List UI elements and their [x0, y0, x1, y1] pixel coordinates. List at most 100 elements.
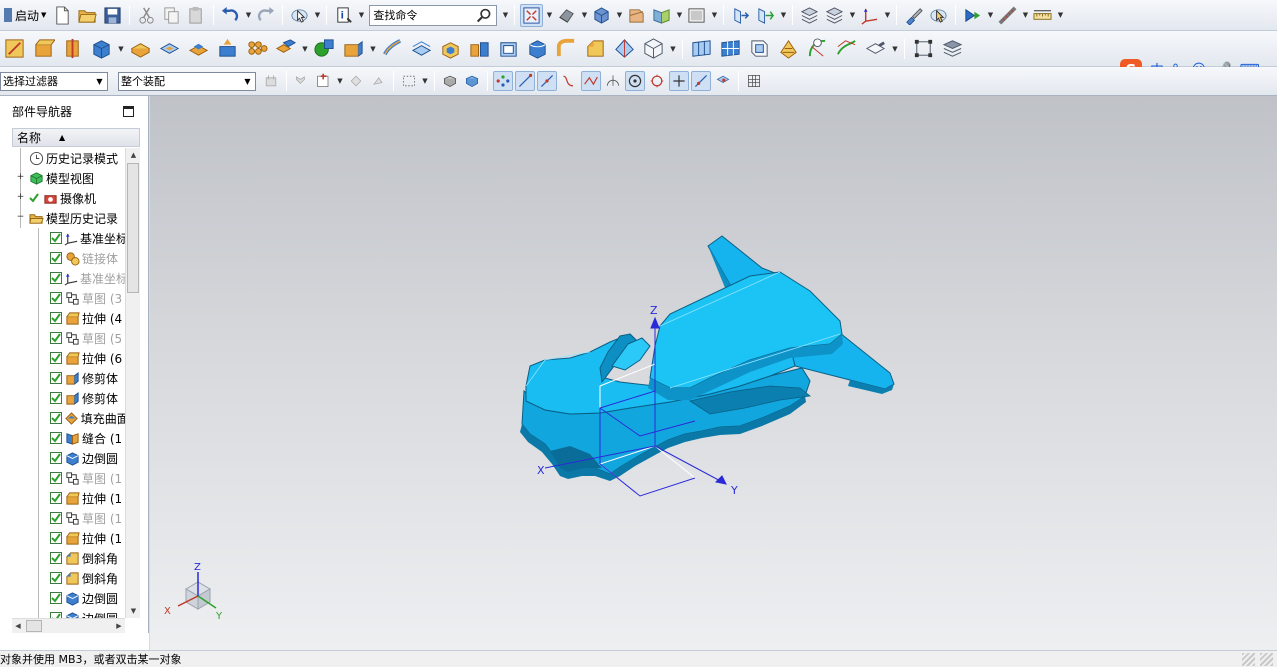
- visibility-checkbox[interactable]: [50, 232, 62, 244]
- resize-grip-icon[interactable]: [1242, 653, 1255, 666]
- through-mesh-button[interactable]: [717, 35, 744, 62]
- orient-view-button[interactable]: [590, 4, 613, 27]
- visibility-checkbox[interactable]: [50, 452, 62, 464]
- tree-node[interactable]: 边倒圆: [12, 588, 125, 608]
- tree-node[interactable]: 修剪体: [12, 368, 125, 388]
- search-icon[interactable]: [476, 7, 493, 24]
- unite-button[interactable]: [272, 35, 299, 62]
- copy-to-layer-button[interactable]: [754, 4, 777, 27]
- n-sided-button[interactable]: [804, 35, 831, 62]
- tree-node[interactable]: + 摄像机: [12, 188, 125, 208]
- visibility-checkbox[interactable]: [50, 592, 62, 604]
- select-all-dropdown[interactable]: ▼: [335, 71, 345, 91]
- wcs-orient-button[interactable]: [823, 4, 846, 27]
- copy-button[interactable]: [160, 4, 183, 27]
- through-curves-button[interactable]: [688, 35, 715, 62]
- filter-reset-button[interactable]: [292, 71, 312, 91]
- layer-move-dropdown[interactable]: ▼: [778, 5, 788, 25]
- background-button[interactable]: [650, 4, 673, 27]
- tree-node[interactable]: 拉伸 (4: [12, 308, 125, 328]
- boss-button[interactable]: [185, 35, 212, 62]
- tree-node[interactable]: 基准坐标系: [12, 228, 125, 248]
- visibility-checkbox[interactable]: [50, 292, 62, 304]
- information-button[interactable]: i: [332, 4, 355, 27]
- visibility-checkbox[interactable]: [50, 572, 62, 584]
- model-canvas[interactable]: Z X Y Z X Y: [150, 96, 1277, 650]
- replace-face-button[interactable]: [466, 35, 493, 62]
- selection-dropdown[interactable]: ▼: [312, 5, 322, 25]
- snap-quadrant-point-toggle[interactable]: [647, 71, 667, 91]
- snap-existing-point-toggle[interactable]: [669, 71, 689, 91]
- edge-blend-button[interactable]: [524, 35, 551, 62]
- emboss-button[interactable]: [214, 35, 241, 62]
- visibility-checkbox[interactable]: [50, 432, 62, 444]
- bridge-button[interactable]: [833, 35, 860, 62]
- selection-scope-select[interactable]: 整个装配 ▼: [118, 71, 256, 91]
- select-all-button[interactable]: [314, 71, 334, 91]
- expand-icon[interactable]: +: [16, 193, 25, 202]
- visibility-checkbox[interactable]: [50, 332, 62, 344]
- collapse-icon[interactable]: −: [16, 213, 25, 222]
- new-file-button[interactable]: [51, 4, 74, 27]
- launch-menu-button[interactable]: 启动 ▼: [0, 3, 50, 27]
- assembly-filter-button[interactable]: [261, 71, 281, 91]
- rendering-style-dropdown[interactable]: ▼: [579, 5, 589, 25]
- tree-node[interactable]: 草图 (1: [12, 508, 125, 528]
- rectangle-select-dropdown[interactable]: ▼: [420, 71, 430, 91]
- layer-settings-button[interactable]: [685, 4, 708, 27]
- tree-node[interactable]: 历史记录模式: [12, 148, 125, 168]
- measure-distance-dropdown[interactable]: ▼: [1055, 5, 1065, 25]
- snap-grid-toggle[interactable]: [744, 71, 764, 91]
- point-set-button[interactable]: [910, 35, 937, 62]
- scroll-down-icon[interactable]: ▼: [126, 604, 141, 618]
- select-feature-button[interactable]: [368, 71, 388, 91]
- pad-button[interactable]: [127, 35, 154, 62]
- tree-node[interactable]: − 模型历史记录: [12, 208, 125, 228]
- graphics-window[interactable]: Z X Y Z X Y: [150, 96, 1277, 650]
- tree-node[interactable]: 倒斜角: [12, 548, 125, 568]
- visibility-checkbox[interactable]: [28, 192, 40, 204]
- wcs-dropdown[interactable]: ▼: [847, 5, 857, 25]
- tree-node[interactable]: 填充曲面: [12, 408, 125, 428]
- show-hide-button[interactable]: [927, 4, 950, 27]
- extrude-button[interactable]: [30, 35, 57, 62]
- selection-tool-button[interactable]: [288, 4, 311, 27]
- visibility-checkbox[interactable]: [50, 552, 62, 564]
- tree-node[interactable]: 草图 (5: [12, 328, 125, 348]
- deselect-button[interactable]: [346, 71, 366, 91]
- command-finder-field[interactable]: 查找命令: [369, 4, 498, 26]
- pattern-dropdown[interactable]: ▼: [668, 39, 678, 59]
- tree-node[interactable]: 边倒圆: [12, 448, 125, 468]
- scroll-right-icon[interactable]: ▶: [113, 619, 125, 633]
- move-to-layer-button[interactable]: [729, 4, 752, 27]
- revolve-button[interactable]: [59, 35, 86, 62]
- tree-node[interactable]: 链接体: [12, 248, 125, 268]
- visibility-checkbox[interactable]: [50, 512, 62, 524]
- block-dropdown[interactable]: ▼: [116, 39, 126, 59]
- tree-node[interactable]: 拉伸 (6: [12, 348, 125, 368]
- snap-point-on-curve-toggle[interactable]: [691, 71, 711, 91]
- visibility-checkbox[interactable]: [50, 312, 62, 324]
- tree-node[interactable]: 边倒圆: [12, 608, 125, 618]
- tree-node[interactable]: + 模型视图: [12, 168, 125, 188]
- measure-distance-button[interactable]: [1031, 4, 1054, 27]
- view-triad[interactable]: [177, 572, 217, 610]
- trim-body-button[interactable]: [340, 35, 367, 62]
- chamfer-button[interactable]: [582, 35, 609, 62]
- face-blend-button[interactable]: [553, 35, 580, 62]
- visibility-checkbox[interactable]: [50, 392, 62, 404]
- maximize-icon[interactable]: [123, 106, 134, 117]
- undo-dropdown[interactable]: ▼: [243, 5, 253, 25]
- visibility-checkbox[interactable]: [50, 272, 62, 284]
- scroll-left-icon[interactable]: ◀: [12, 619, 24, 633]
- unite-dropdown[interactable]: ▼: [300, 39, 310, 59]
- tree-node[interactable]: 拉伸 (1: [12, 488, 125, 508]
- background-dropdown[interactable]: ▼: [674, 5, 684, 25]
- snap-point-on-face-toggle[interactable]: [713, 71, 733, 91]
- pocket-button[interactable]: [156, 35, 183, 62]
- open-file-button[interactable]: [76, 4, 99, 27]
- tree-horizontal-scrollbar[interactable]: ◀ ▶: [12, 618, 125, 633]
- section-view-button[interactable]: [625, 4, 648, 27]
- tree-node[interactable]: 草图 (1: [12, 468, 125, 488]
- offset-face-button[interactable]: [408, 35, 435, 62]
